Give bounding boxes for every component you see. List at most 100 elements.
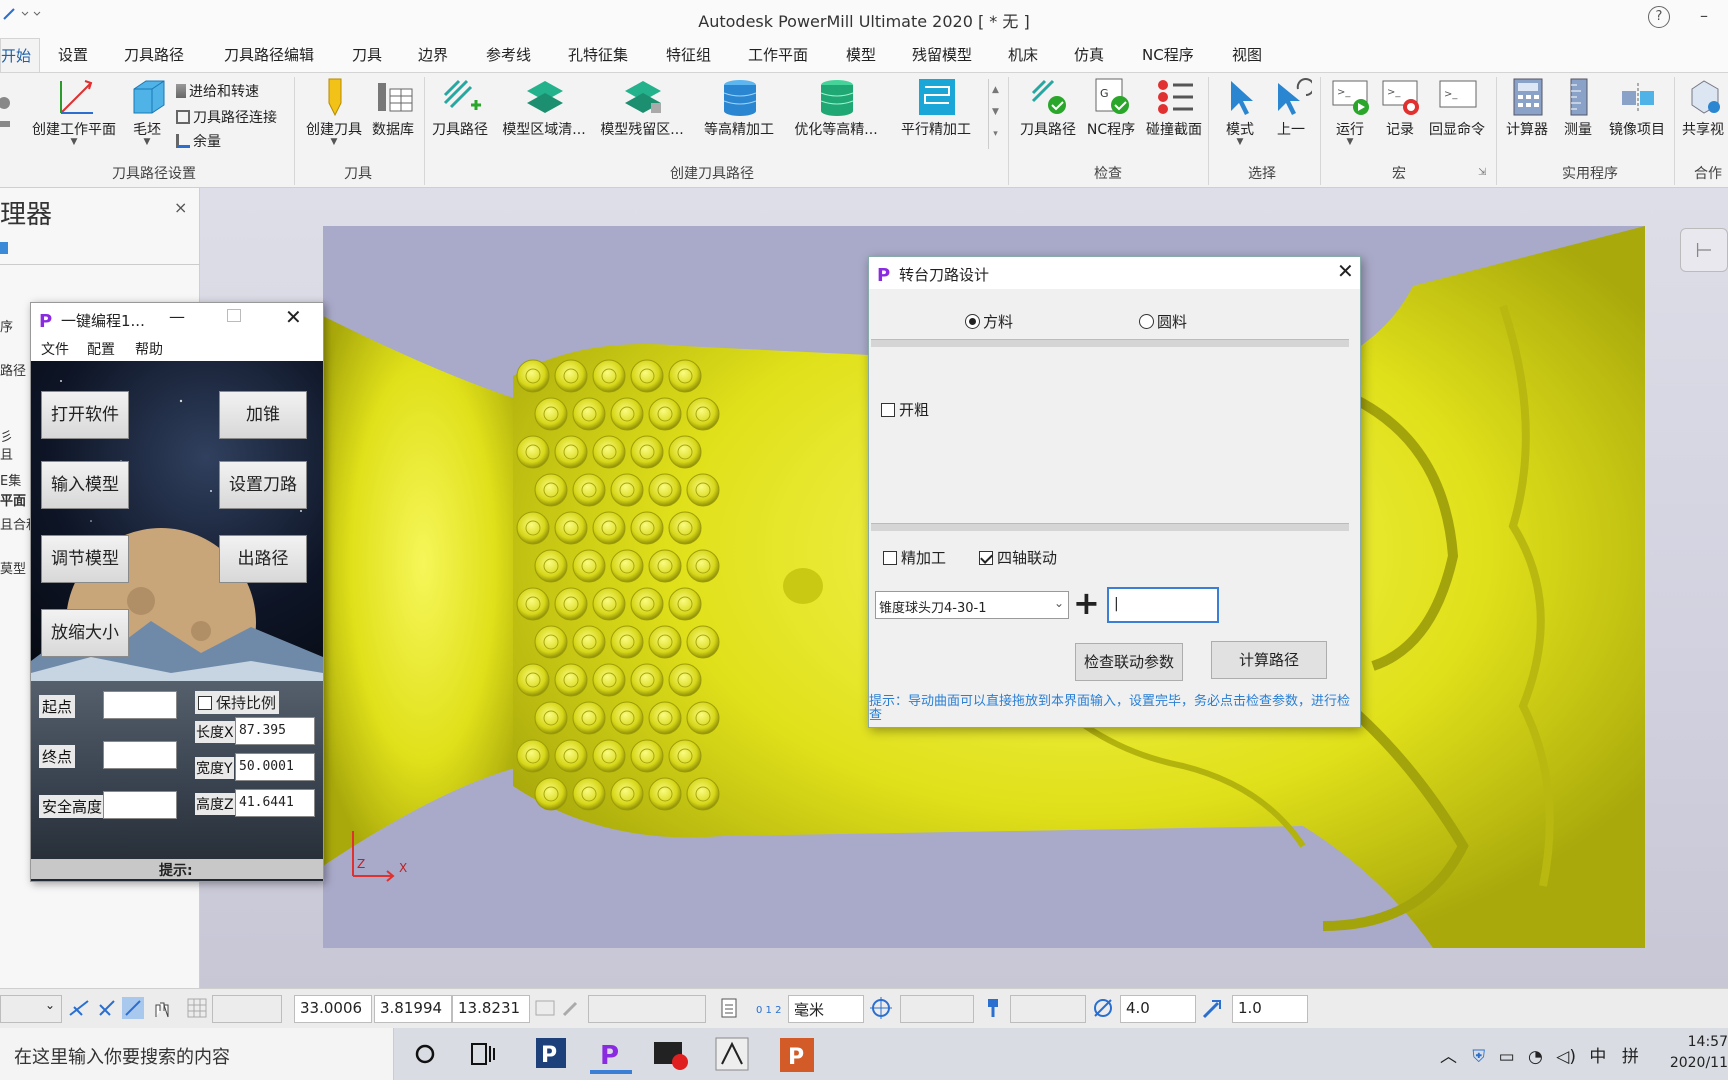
- feed-rates-button[interactable]: 进给和转速: [176, 81, 259, 101]
- block-button[interactable]: 毛坯 ▼: [124, 77, 170, 147]
- echo-commands-button[interactable]: >_ 回显命令: [1424, 77, 1490, 139]
- tab-setup[interactable]: 设置: [58, 44, 88, 65]
- zbrush-taskbar-icon[interactable]: [712, 1034, 754, 1074]
- set-toolpath-button[interactable]: 设置刀路: [219, 461, 307, 509]
- explorer-item[interactable]: 序: [0, 316, 13, 335]
- add-plus-icon[interactable]: +: [1073, 587, 1100, 619]
- tab-home[interactable]: 开始: [0, 38, 41, 73]
- tab-stock-model[interactable]: 残留模型: [912, 44, 972, 65]
- menu-config[interactable]: 配置: [87, 339, 115, 359]
- radio-square-stock[interactable]: 方料: [965, 311, 1013, 332]
- toolpath-connections-button[interactable]: 刀具路径连接: [176, 107, 277, 127]
- roughing-box[interactable]: [881, 403, 895, 417]
- run-macro-button[interactable]: >_ 运行 ▼: [1326, 77, 1374, 147]
- explorer-close-icon[interactable]: ×: [174, 198, 187, 217]
- hand-icon[interactable]: [150, 997, 172, 1019]
- crosshair-icon[interactable]: [870, 997, 892, 1019]
- model-area-clearance-button[interactable]: 模型区域清...: [496, 77, 592, 139]
- app-taskbar-icon[interactable]: P: [530, 1034, 572, 1074]
- units-field[interactable]: 毫米: [788, 995, 864, 1023]
- four-axis-checkbox[interactable]: 四轴联动: [979, 547, 1057, 568]
- chevron-down-icon[interactable]: ⌄: [1054, 596, 1064, 610]
- ime-mode-indicator[interactable]: 拼: [1622, 1047, 1639, 1067]
- taskbar-search-box[interactable]: 在这里输入你要搜索的内容: [0, 1028, 394, 1080]
- open-software-button[interactable]: 打开软件: [41, 391, 129, 439]
- network-icon[interactable]: ◔: [1528, 1047, 1543, 1067]
- menu-help[interactable]: 帮助: [135, 339, 163, 359]
- radio-round-indicator[interactable]: [1139, 314, 1154, 329]
- start-point-input[interactable]: [103, 691, 177, 719]
- four-axis-box[interactable]: [979, 551, 993, 565]
- width-input[interactable]: 50.0001: [235, 753, 315, 781]
- tab-toolpath-edit[interactable]: 刀具路径编辑: [224, 44, 314, 65]
- minimize-button[interactable]: –: [1700, 6, 1708, 25]
- calculator-button[interactable]: 计算器: [1500, 77, 1554, 139]
- constant-z-finishing-button[interactable]: 等高精加工: [694, 77, 784, 139]
- finishing-checkbox[interactable]: 精加工: [883, 547, 946, 568]
- tab-toolpaths[interactable]: 刀具路径: [124, 44, 184, 65]
- powermill-taskbar-icon[interactable]: P: [590, 1034, 632, 1074]
- volume-icon[interactable]: ◁): [1556, 1047, 1576, 1067]
- snap-icon[interactable]: [68, 997, 90, 1019]
- check-linkage-button[interactable]: 检查联动参数: [1075, 643, 1183, 681]
- tab-workplane[interactable]: 工作平面: [748, 44, 808, 65]
- workplane-status-icon[interactable]: [534, 997, 556, 1019]
- previous-button[interactable]: 上一: [1266, 77, 1316, 139]
- pen-icon[interactable]: [560, 997, 582, 1019]
- adjust-model-button[interactable]: 调节模型: [41, 535, 129, 583]
- ime-indicator[interactable]: 中: [1589, 1047, 1606, 1067]
- settings-stub-icon[interactable]: [0, 91, 14, 131]
- radio-round-stock[interactable]: 圆料: [1139, 311, 1187, 332]
- create-workplane-button[interactable]: 创建工作平面 ▼: [26, 77, 122, 147]
- tool-axis-icon[interactable]: [980, 997, 1002, 1019]
- roughing-checkbox[interactable]: 开粗: [881, 399, 929, 420]
- finishing-box[interactable]: [883, 551, 897, 565]
- length-input[interactable]: 87.395: [235, 717, 315, 745]
- height-input[interactable]: 41.6441: [235, 789, 315, 817]
- compute-toolpath-button[interactable]: 计算路径: [1211, 641, 1327, 679]
- explorer-item[interactable]: 彡: [0, 426, 13, 445]
- explorer-item[interactable]: 平面: [0, 490, 26, 509]
- recorder-taskbar-icon[interactable]: [650, 1034, 692, 1074]
- check-toolpath-button[interactable]: 刀具路径: [1014, 77, 1082, 139]
- tab-view[interactable]: 视图: [1232, 44, 1262, 65]
- tolerance-field[interactable]: 1.0: [1232, 995, 1308, 1023]
- tab-hole-feature[interactable]: 孔特征集: [568, 44, 628, 65]
- toolpaths-button[interactable]: 刀具路径: [428, 77, 492, 139]
- tab-tool[interactable]: 刀具: [352, 44, 382, 65]
- check-nc-button[interactable]: G NC程序: [1082, 77, 1140, 139]
- dialog-titlebar[interactable]: P 一键编程1... — ✕: [31, 303, 323, 335]
- maximize-button[interactable]: [227, 309, 241, 322]
- explorer-item[interactable]: 且: [0, 444, 13, 463]
- task-view-icon[interactable]: [462, 1034, 504, 1074]
- diameter-field[interactable]: 4.0: [1120, 995, 1196, 1023]
- cortana-icon[interactable]: [404, 1034, 446, 1074]
- database-button[interactable]: 数据库: [368, 77, 418, 139]
- model-rest-area-button[interactable]: 模型残留区...: [594, 77, 690, 139]
- gallery-scroll[interactable]: ▲ ▼ ▾: [988, 79, 1002, 149]
- explorer-item[interactable]: 路径: [0, 360, 26, 379]
- collision-button[interactable]: 碰撞截面: [1142, 77, 1206, 139]
- diameter-icon[interactable]: [1092, 997, 1114, 1019]
- powerpoint-taskbar-icon[interactable]: P: [776, 1034, 818, 1074]
- battery-icon[interactable]: ▭: [1499, 1047, 1515, 1067]
- tolerance-icon[interactable]: [1202, 997, 1224, 1019]
- record-macro-button[interactable]: >_ 记录: [1376, 77, 1424, 139]
- tab-machine[interactable]: 机床: [1008, 44, 1038, 65]
- raster-finishing-button[interactable]: 平行精加工: [888, 77, 984, 139]
- optimized-constant-z-button[interactable]: 优化等高精...: [786, 77, 886, 139]
- measure-button[interactable]: 测量: [1556, 77, 1600, 139]
- help-icon[interactable]: ?: [1648, 6, 1670, 28]
- keep-ratio-checkbox[interactable]: 保持比例: [195, 691, 280, 714]
- output-toolpath-button[interactable]: 出路径: [219, 535, 307, 583]
- end-point-input[interactable]: [103, 741, 177, 769]
- scale-button[interactable]: 放缩大小: [41, 609, 129, 657]
- snap-active-icon[interactable]: [122, 997, 144, 1019]
- tool-select[interactable]: 锥度球头刀4-30-1 ⌄: [875, 591, 1069, 619]
- tab-boundary[interactable]: 边界: [418, 44, 448, 65]
- snap-icon[interactable]: [96, 997, 118, 1019]
- explorer-item[interactable]: E集: [0, 470, 21, 489]
- menu-file[interactable]: 文件: [41, 339, 69, 359]
- keep-ratio-box[interactable]: [198, 696, 212, 710]
- share-view-button[interactable]: 共享视: [1678, 77, 1728, 139]
